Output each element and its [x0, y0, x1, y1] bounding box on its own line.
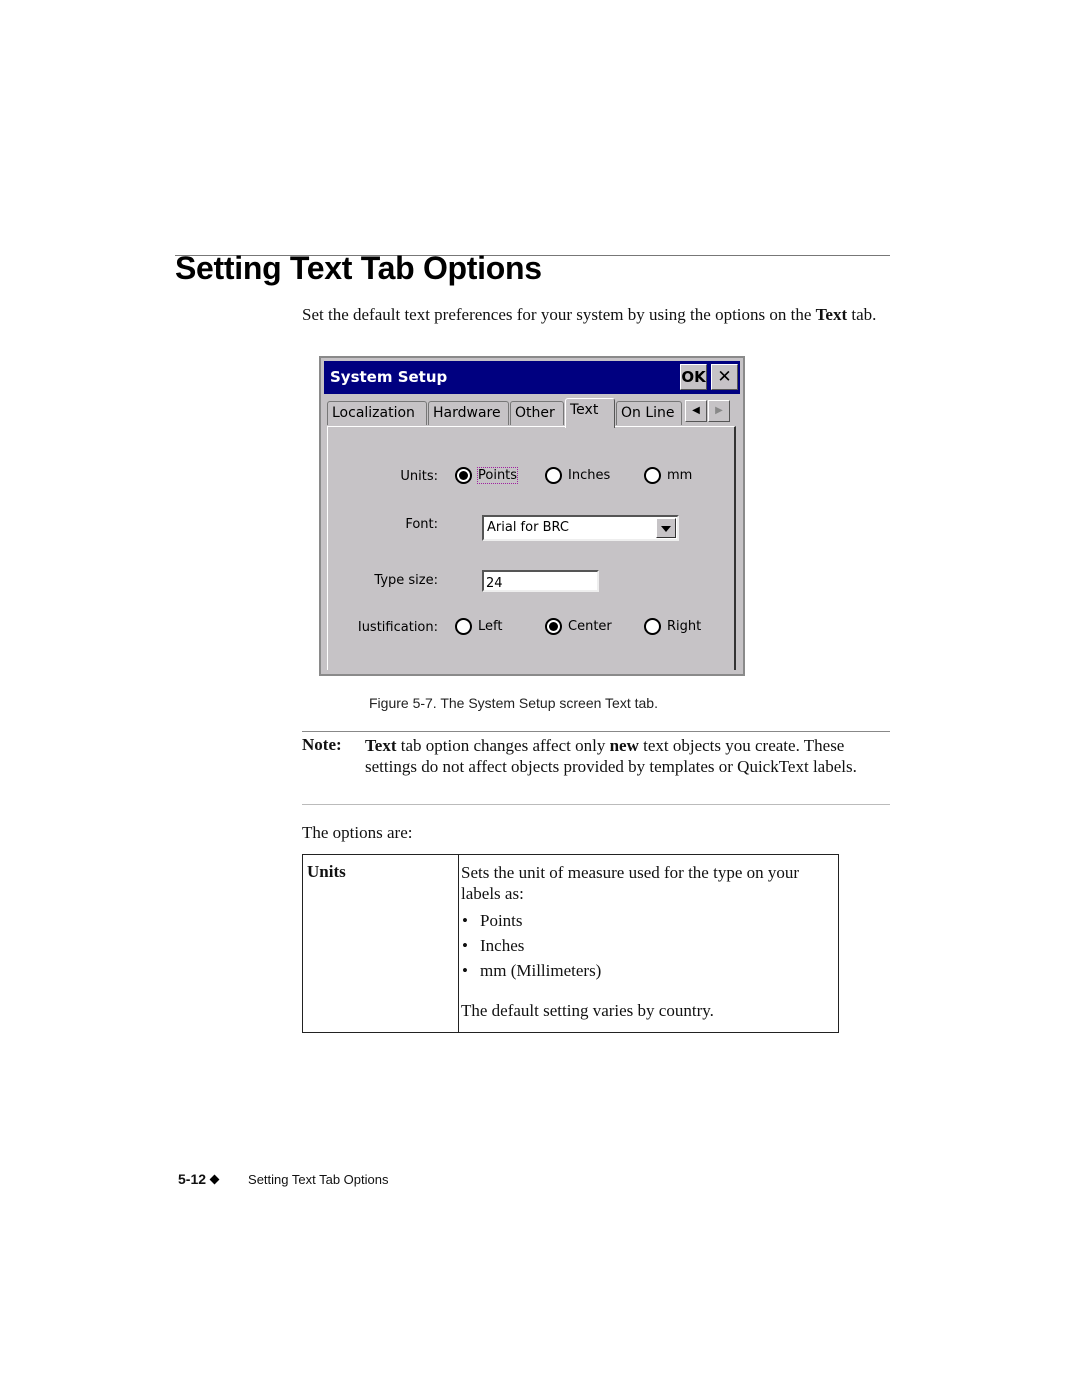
list-item: Inches [461, 933, 836, 958]
figure-caption: Figure 5-7. The System Setup screen Text… [369, 695, 658, 711]
justification-radio-left[interactable]: Left [455, 618, 502, 635]
tab-other[interactable]: Other [510, 401, 564, 425]
intro-text-end: tab. [847, 305, 877, 324]
intro-paragraph: Set the default text preferences for you… [302, 304, 892, 325]
list-item: mm (Millimeters) [461, 958, 836, 983]
arrow-right-icon: ▶ [715, 405, 723, 416]
text-tab-panel: Units: Points Inches mm Font: Arial for … [327, 426, 736, 670]
option-bullet-list: Points Inches mm (Millimeters) [461, 908, 836, 983]
note-label: Note: [302, 735, 342, 754]
tab-scroll-left-button[interactable]: ◀ [685, 400, 707, 422]
option-description-text: Sets the unit of measure used for the ty… [461, 863, 800, 903]
radio-unselected-icon [545, 467, 562, 484]
option-footer-text: The default setting varies by country. [461, 1001, 714, 1020]
radio-unselected-icon [644, 467, 661, 484]
intro-bold-text: Text [815, 305, 848, 324]
justification-label: Iustification: [357, 620, 438, 635]
page-footer: 5-12 Setting Text Tab Options [178, 1171, 388, 1187]
tab-text[interactable]: Text [565, 398, 615, 428]
font-label: Font: [405, 517, 438, 532]
radio-selected-icon [455, 467, 472, 484]
option-name: Units [307, 862, 346, 881]
option-description: Sets the unit of measure used for the ty… [461, 862, 836, 1021]
options-table: Units Sets the unit of measure used for … [302, 854, 839, 1033]
intro-text: Set the default text preferences for you… [302, 305, 816, 324]
radio-label: Right [667, 619, 702, 634]
radio-label: mm [667, 468, 693, 483]
tab-strip: Localization Hardware Other Text On Line… [327, 398, 739, 428]
font-dropdown[interactable]: Arial for BRC [482, 515, 679, 541]
chevron-down-icon[interactable] [656, 518, 676, 538]
ok-button[interactable]: OK [680, 364, 707, 390]
tab-on-line[interactable]: On Line [616, 401, 682, 425]
justification-radio-center[interactable]: Center [545, 618, 612, 635]
diamond-icon [209, 1174, 220, 1184]
note-bold-text: Text [365, 736, 397, 755]
radio-unselected-icon [644, 618, 661, 635]
list-item: Points [461, 908, 836, 933]
font-value: Arial for BRC [487, 520, 569, 535]
units-radio-mm[interactable]: mm [644, 467, 692, 484]
radio-label: Center [568, 619, 612, 634]
note-rule-top [302, 731, 890, 732]
units-label: Units: [400, 469, 438, 484]
tab-localization[interactable]: Localization [327, 401, 427, 425]
note-rule-bottom [302, 804, 890, 805]
note-bold-text: new [609, 736, 639, 755]
note-text: tab option changes affect only [396, 736, 610, 755]
radio-selected-icon [545, 618, 562, 635]
type-size-label: Type size: [374, 573, 438, 588]
radio-unselected-icon [455, 618, 472, 635]
page-number: 5-12 [178, 1171, 207, 1187]
tab-scroll-right-button[interactable]: ▶ [708, 400, 730, 422]
units-radio-points[interactable]: Points [455, 467, 519, 484]
note-body: Text tab option changes affect only new … [365, 735, 895, 777]
page-title: Setting Text Tab Options [175, 250, 542, 286]
dialog-title: System Setup [330, 368, 448, 386]
type-size-input[interactable] [484, 574, 597, 593]
radio-label: Left [478, 619, 503, 634]
dialog-titlebar: System Setup OK ✕ [324, 361, 740, 394]
type-size-field[interactable] [482, 570, 599, 593]
close-icon: ✕ [717, 367, 732, 387]
radio-label: Inches [568, 468, 611, 483]
radio-label: Points [476, 467, 519, 484]
options-intro: The options are: [302, 823, 413, 842]
running-title: Setting Text Tab Options [248, 1171, 389, 1187]
system-setup-dialog: System Setup OK ✕ Localization Hardware … [319, 356, 745, 676]
tab-hardware[interactable]: Hardware [428, 401, 509, 425]
justification-radio-right[interactable]: Right [644, 618, 701, 635]
close-button[interactable]: ✕ [711, 364, 738, 390]
units-radio-inches[interactable]: Inches [545, 467, 610, 484]
table-column-divider [458, 855, 459, 1032]
arrow-left-icon: ◀ [692, 405, 700, 416]
